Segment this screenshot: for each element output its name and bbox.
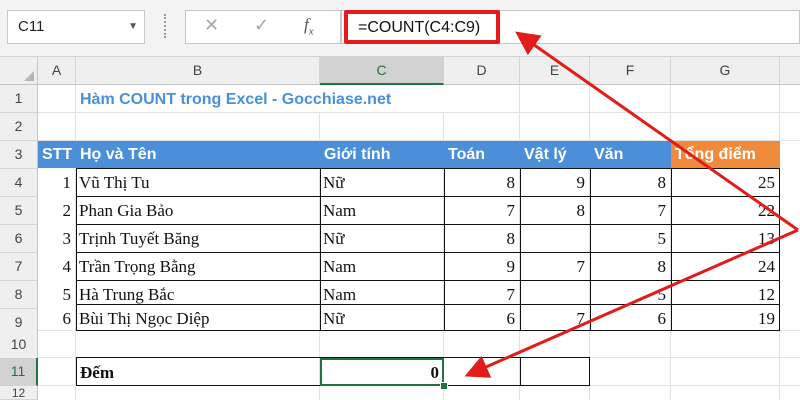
annotation-arrows (464, 31, 799, 378)
arrow-to-result (464, 228, 799, 378)
arrow-to-formula (515, 31, 799, 232)
